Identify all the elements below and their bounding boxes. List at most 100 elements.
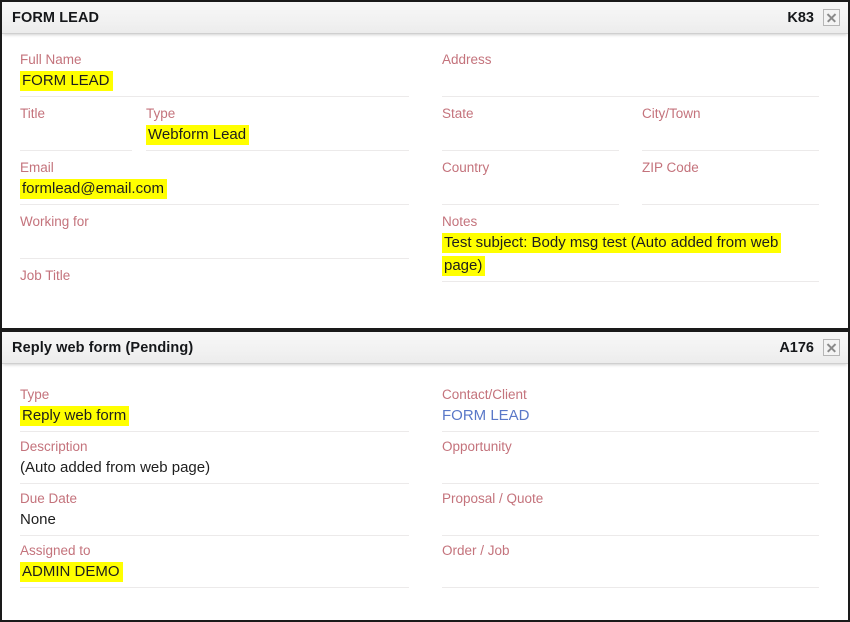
field-opportunity-label: Opportunity xyxy=(442,439,512,454)
lead-panel-body: Full Name FORM LEAD Title Type Webform L… xyxy=(2,34,848,328)
field-notes-text: Test subject: Body msg test (Auto added … xyxy=(442,233,782,276)
field-country-label: Country xyxy=(442,160,490,175)
activity-panel-title: Reply web form (Pending) xyxy=(12,339,194,356)
field-due-date[interactable]: Due Date None xyxy=(20,489,409,536)
field-state-value xyxy=(442,123,619,146)
field-due-date-label: Due Date xyxy=(20,491,78,506)
close-icon[interactable] xyxy=(823,9,840,26)
field-email-text: formlead@email.com xyxy=(20,179,167,199)
field-state-label: State xyxy=(442,106,474,121)
activity-row-description: Description (Auto added from web page) xyxy=(20,437,426,484)
field-full-name-label: Full Name xyxy=(20,52,82,67)
activity-row-contact-client: Contact/Client FORM LEAD xyxy=(442,385,834,432)
field-city-town[interactable]: City/Town xyxy=(642,104,819,151)
lead-row-job-title: Job Title xyxy=(20,266,426,312)
field-address-label: Address xyxy=(442,52,492,67)
lead-left-column: Full Name FORM LEAD Title Type Webform L… xyxy=(2,34,426,328)
activity-row-assigned-to: Assigned to ADMIN DEMO xyxy=(20,541,426,588)
field-assigned-to-label: Assigned to xyxy=(20,543,91,558)
lead-panel-titlebar-right: K83 xyxy=(787,9,840,26)
activity-row-type: Type Reply web form xyxy=(20,385,426,432)
activity-row-opportunity: Opportunity xyxy=(442,437,834,484)
activity-row-proposal-quote: Proposal / Quote xyxy=(442,489,834,536)
field-email[interactable]: Email formlead@email.com xyxy=(20,158,409,205)
field-description[interactable]: Description (Auto added from web page) xyxy=(20,437,409,484)
field-due-date-value: None xyxy=(20,511,56,528)
activity-row-due-date: Due Date None xyxy=(20,489,426,536)
field-activity-type-text: Reply web form xyxy=(20,406,130,426)
lead-record-code: K83 xyxy=(787,9,814,26)
activity-panel-body: Type Reply web form Description (Auto ad… xyxy=(2,364,848,620)
field-title-label: Title xyxy=(20,106,46,121)
field-description-value: (Auto added from web page) xyxy=(20,459,211,476)
field-proposal-quote-label: Proposal / Quote xyxy=(442,491,544,506)
field-opportunity-value xyxy=(442,456,819,479)
field-opportunity[interactable]: Opportunity xyxy=(442,437,819,484)
field-notes-label: Notes xyxy=(442,214,478,229)
lead-row-working-for: Working for xyxy=(20,212,426,259)
lead-row-title-type: Title Type Webform Lead xyxy=(20,104,426,151)
activity-panel-titlebar-right: A176 xyxy=(779,339,840,356)
field-title[interactable]: Title xyxy=(20,104,132,151)
lead-row-email: Email formlead@email.com xyxy=(20,158,426,205)
field-city-town-label: City/Town xyxy=(642,106,701,121)
field-state[interactable]: State xyxy=(442,104,619,151)
field-working-for-value xyxy=(20,231,409,254)
field-zip-code-label: ZIP Code xyxy=(642,160,699,175)
field-email-label: Email xyxy=(20,160,54,175)
lead-right-column: Address State City/Town Country ZIP Code… xyxy=(426,34,848,328)
field-proposal-quote[interactable]: Proposal / Quote xyxy=(442,489,819,536)
field-notes-value: Test subject: Body msg test (Auto added … xyxy=(442,231,819,277)
field-country-value xyxy=(442,177,619,200)
field-zip-code[interactable]: ZIP Code xyxy=(642,158,819,205)
field-order-job-label: Order / Job xyxy=(442,543,510,558)
field-city-town-value xyxy=(642,123,819,146)
field-proposal-quote-value xyxy=(442,508,819,531)
contact-client-link[interactable]: FORM LEAD xyxy=(442,407,530,424)
activity-row-order-job: Order / Job xyxy=(442,541,834,588)
field-activity-type-label: Type xyxy=(20,387,50,402)
field-notes[interactable]: Notes Test subject: Body msg test (Auto … xyxy=(442,212,819,282)
lead-row-state-city: State City/Town xyxy=(442,104,834,151)
field-type-label: Type xyxy=(146,106,176,121)
field-order-job[interactable]: Order / Job xyxy=(442,541,819,588)
activity-left-column: Type Reply web form Description (Auto ad… xyxy=(2,364,426,620)
field-full-name-value: FORM LEAD xyxy=(20,69,409,92)
close-icon[interactable] xyxy=(823,339,840,356)
field-type-value: Webform Lead xyxy=(146,123,409,146)
lead-row-address: Address xyxy=(442,50,834,97)
field-title-value xyxy=(20,123,132,146)
field-country[interactable]: Country xyxy=(442,158,619,205)
field-working-for[interactable]: Working for xyxy=(20,212,409,259)
activity-record-code: A176 xyxy=(779,339,814,356)
lead-row-fullname: Full Name FORM LEAD xyxy=(20,50,426,97)
field-order-job-value xyxy=(442,560,819,583)
field-job-title[interactable]: Job Title xyxy=(20,266,409,312)
field-full-name[interactable]: Full Name FORM LEAD xyxy=(20,50,409,97)
field-full-name-text: FORM LEAD xyxy=(20,71,113,91)
field-working-for-label: Working for xyxy=(20,214,89,229)
field-type-text: Webform Lead xyxy=(146,125,250,145)
field-contact-client[interactable]: Contact/Client FORM LEAD xyxy=(442,385,819,432)
activity-panel-titlebar: Reply web form (Pending) A176 xyxy=(2,332,848,364)
field-address-value xyxy=(442,69,819,92)
field-email-value: formlead@email.com xyxy=(20,177,409,200)
lead-panel-title: FORM LEAD xyxy=(12,9,100,26)
field-assigned-to-value: ADMIN DEMO xyxy=(20,560,409,583)
activity-record-panel: Reply web form (Pending) A176 Type Reply… xyxy=(0,330,850,622)
field-assigned-to-text: ADMIN DEMO xyxy=(20,562,123,582)
field-contact-client-value: FORM LEAD xyxy=(442,404,819,427)
field-activity-type[interactable]: Type Reply web form xyxy=(20,385,409,432)
field-job-title-value xyxy=(20,285,409,308)
field-zip-code-value xyxy=(642,177,819,200)
field-address[interactable]: Address xyxy=(442,50,819,97)
field-job-title-label: Job Title xyxy=(20,268,71,283)
field-assigned-to[interactable]: Assigned to ADMIN DEMO xyxy=(20,541,409,588)
screen-root: FORM LEAD K83 Full Name FORM LEAD Title … xyxy=(0,0,850,622)
field-type[interactable]: Type Webform Lead xyxy=(146,104,409,151)
field-description-label: Description xyxy=(20,439,88,454)
lead-row-country-zip: Country ZIP Code xyxy=(442,158,834,205)
